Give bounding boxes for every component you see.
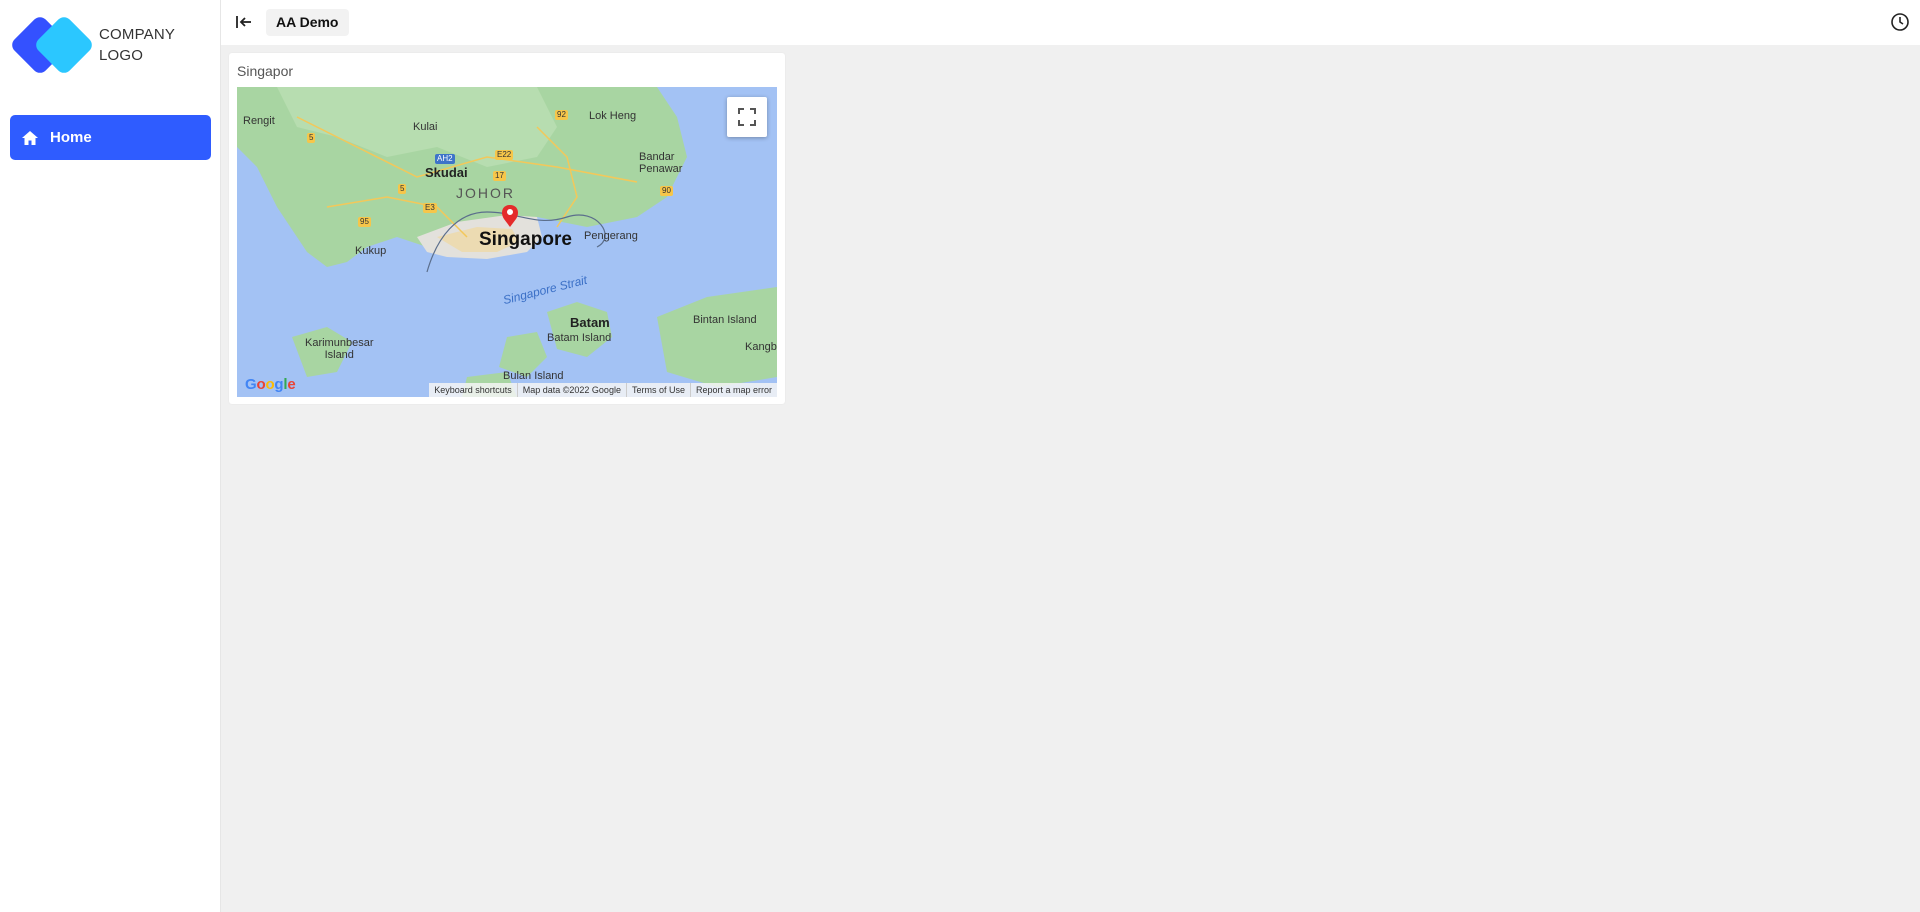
logo-line-2: LOGO — [99, 47, 144, 64]
collapse-left-icon — [236, 16, 251, 28]
home-icon — [20, 128, 40, 148]
map-attribution-bar: Keyboard shortcuts Map data ©2022 Google… — [429, 383, 777, 397]
logo-icon — [12, 17, 92, 73]
keyboard-shortcuts-link[interactable]: Keyboard shortcuts — [429, 383, 517, 397]
map-label-singapore: Singapore — [479, 229, 572, 250]
map-label-batam-island: Batam Island — [547, 332, 612, 344]
road-shield-e22: E22 — [495, 150, 514, 160]
road-shield-95: 95 — [358, 217, 371, 227]
company-logo: COMPANY LOGO — [12, 12, 212, 78]
sidebar-item-label: Home — [50, 129, 92, 146]
tab-aa-demo[interactable]: AA Demo — [266, 9, 349, 36]
google-map[interactable]: Rengit Kulai Lok Heng Bandar Penawar Sku… — [237, 87, 777, 397]
map-label-batam: Batam — [570, 315, 610, 330]
map-label-bulan-island: Bulan Island — [503, 370, 564, 382]
logo-line-1: COMPANY — [99, 26, 176, 43]
history-button[interactable] — [1890, 12, 1910, 32]
map-label-bintan-island: Bintan Island — [693, 314, 757, 326]
map-label-karimunbesar: Karimunbesar Island — [305, 337, 374, 361]
road-shield-5: 5 — [398, 184, 407, 194]
clock-icon — [1891, 13, 1909, 31]
map-label-lok-heng: Lok Heng — [589, 110, 637, 122]
map-label-kangb: Kangb — [745, 341, 777, 353]
map-data-attribution: Map data ©2022 Google — [516, 383, 626, 397]
terms-of-use-link[interactable]: Terms of Use — [625, 383, 690, 397]
sidebar-item-home[interactable]: Home — [10, 115, 211, 160]
road-shield-92: 92 — [555, 110, 568, 120]
map-card: Singapor Rengit Kulai Lok Heng Bandar Pe… — [229, 53, 785, 404]
road-shield-ah2: AH2 — [435, 154, 455, 164]
map-card-title: Singapor — [237, 63, 294, 79]
fullscreen-icon — [738, 108, 756, 126]
google-logo: Google — [245, 376, 296, 393]
map-fullscreen-button[interactable] — [727, 97, 767, 137]
map-label-skudai: Skudai — [425, 165, 468, 180]
map-label-bandar-penawar: Bandar Penawar — [639, 151, 683, 175]
road-shield-e3: E3 — [423, 203, 437, 213]
map-label-rengit: Rengit — [243, 115, 275, 127]
road-shield-17: 17 — [493, 171, 506, 181]
map-label-johor: JOHOR — [456, 185, 515, 201]
sidebar: COMPANY LOGO Home — [0, 0, 221, 912]
logo-text: COMPANY LOGO — [99, 24, 175, 66]
collapse-sidebar-button[interactable] — [234, 12, 254, 32]
report-map-error-link[interactable]: Report a map error — [689, 383, 777, 397]
map-label-kukup: Kukup — [355, 245, 387, 257]
road-shield-90: 90 — [660, 186, 673, 196]
map-label-pengerang: Pengerang — [584, 230, 638, 242]
map-label-kulai: Kulai — [413, 121, 438, 133]
road-shield-5: 5 — [307, 133, 316, 143]
top-header: AA Demo — [221, 0, 1920, 45]
